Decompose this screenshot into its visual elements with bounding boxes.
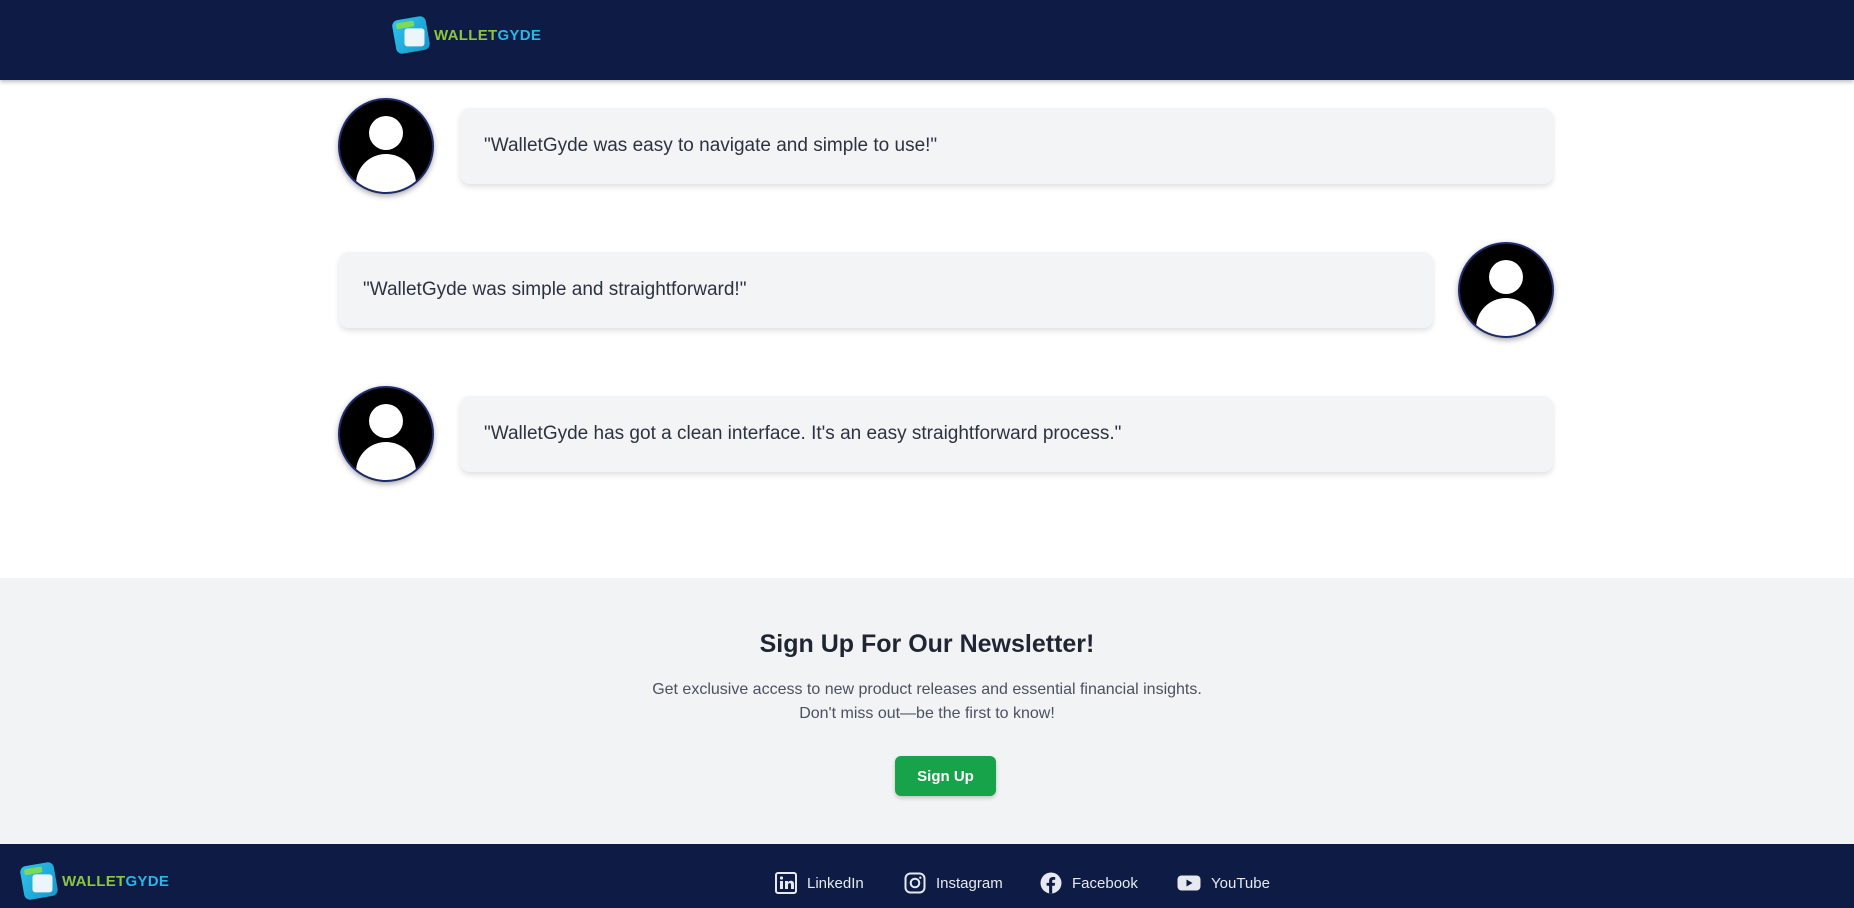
logo-text: WALLETGYDE [62, 872, 170, 890]
avatar [1458, 242, 1554, 338]
newsletter-section: Sign Up For Our Newsletter! Get exclusiv… [0, 578, 1854, 844]
facebook-icon [1040, 872, 1062, 894]
footer-link-linkedin[interactable]: LinkedIn [775, 872, 864, 894]
newsletter-line-1: Get exclusive access to new product rele… [652, 681, 1202, 698]
avatar [338, 98, 434, 194]
avatar [338, 386, 434, 482]
instagram-icon [904, 872, 926, 894]
youtube-icon [1177, 875, 1201, 891]
footer-link-facebook[interactable]: Facebook [1040, 872, 1138, 894]
testimonial-bubble: "WalletGyde was easy to navigate and sim… [460, 108, 1553, 184]
footer-link-youtube[interactable]: YouTube [1177, 872, 1270, 894]
footer-logo[interactable]: WALLETGYDE [19, 861, 170, 901]
header-logo[interactable]: WALLETGYDE [391, 15, 542, 55]
testimonial-bubble: "WalletGyde was simple and straightforwa… [339, 252, 1433, 328]
newsletter-description: Get exclusive access to new product rele… [0, 678, 1854, 726]
logo-text: WALLETGYDE [434, 26, 542, 44]
sign-up-button[interactable]: Sign Up [895, 756, 996, 796]
newsletter-title: Sign Up For Our Newsletter! [759, 630, 1095, 658]
wallet-icon [391, 15, 431, 55]
linkedin-icon [775, 872, 797, 894]
wallet-icon [19, 861, 59, 901]
social-label: Facebook [1072, 874, 1138, 892]
social-label: YouTube [1211, 874, 1270, 892]
newsletter-line-2: Don't miss out—be the first to know! [799, 705, 1055, 722]
testimonial-quote: "WalletGyde has got a clean interface. I… [484, 423, 1122, 444]
testimonial-bubble: "WalletGyde has got a clean interface. I… [460, 396, 1553, 472]
footer-link-instagram[interactable]: Instagram [904, 872, 1003, 894]
social-label: Instagram [936, 874, 1003, 892]
social-label: LinkedIn [807, 874, 864, 892]
testimonial-quote: "WalletGyde was easy to navigate and sim… [484, 135, 938, 156]
site-header: WALLETGYDE [0, 0, 1854, 80]
testimonial-quote: "WalletGyde was simple and straightforwa… [363, 279, 747, 300]
